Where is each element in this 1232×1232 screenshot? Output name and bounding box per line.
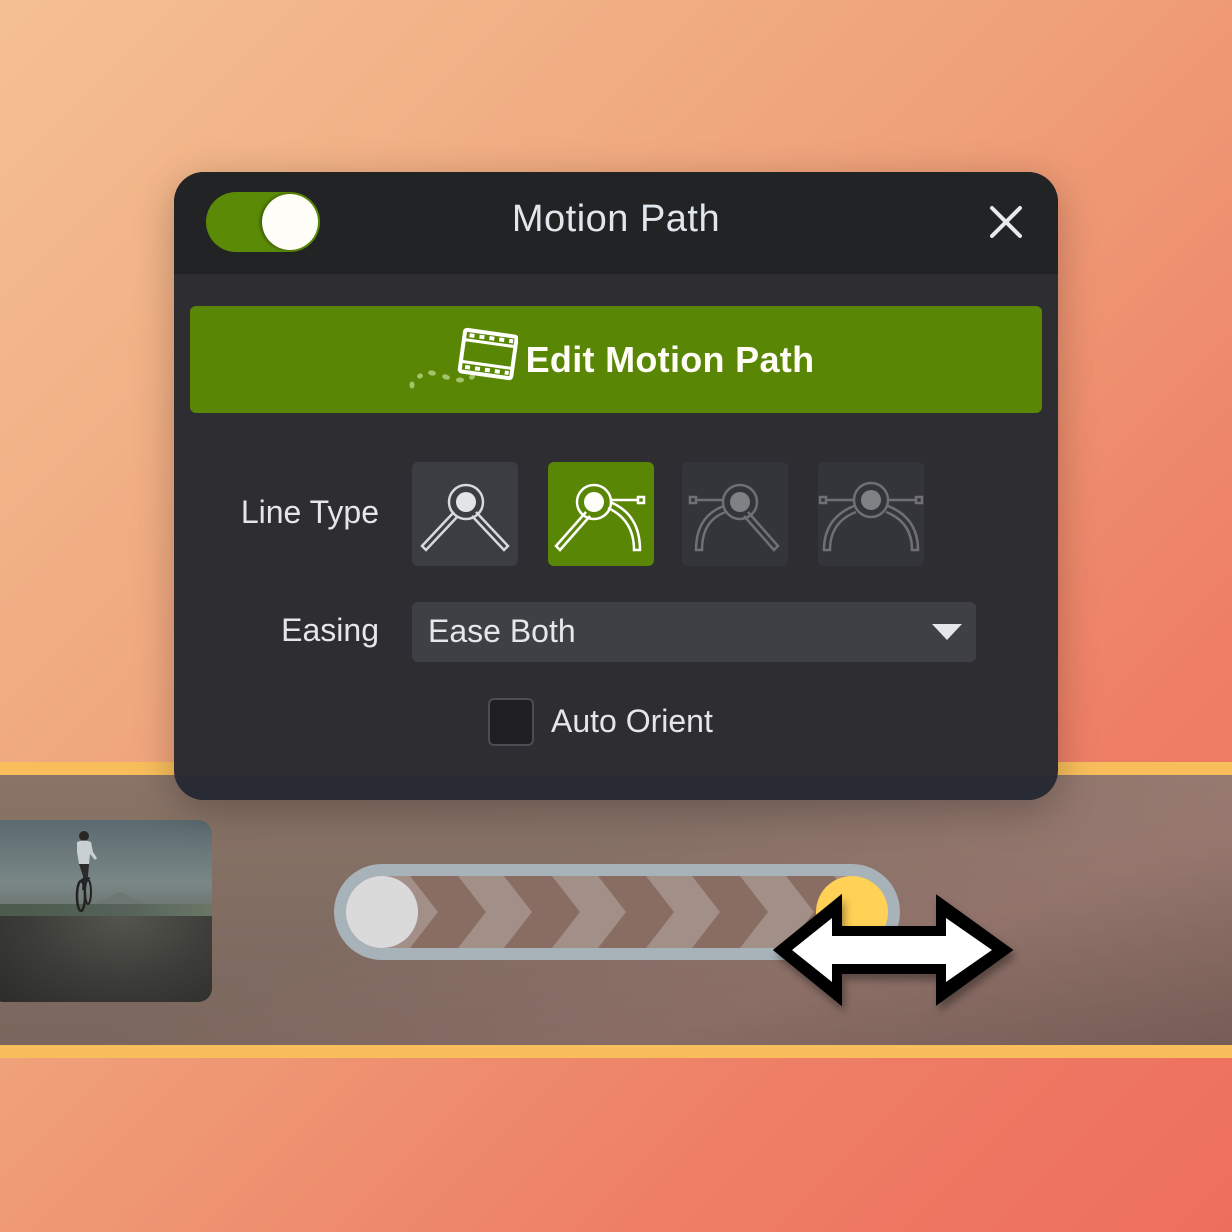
close-icon[interactable] — [986, 202, 1026, 242]
line-type-curve-angle-icon — [688, 483, 780, 552]
auto-orient-checkbox[interactable] — [488, 698, 534, 746]
edit-motion-path-button[interactable]: Edit Motion Path — [190, 306, 1042, 413]
line-type-curve-button[interactable] — [818, 462, 924, 566]
horizon-shape — [0, 904, 212, 916]
track-bottom-border — [0, 1045, 1232, 1058]
road-shape — [0, 916, 212, 1002]
auto-orient-label[interactable]: Auto Orient — [551, 703, 713, 740]
line-type-label: Line Type — [240, 494, 379, 530]
line-type-angle-curve-button[interactable] — [548, 462, 654, 566]
motion-path-panel: Motion Path Edit Motion Path Line Type E… — [174, 172, 1058, 800]
horizontal-resize-cursor-icon — [772, 893, 1014, 1007]
line-type-curve-icon — [818, 481, 924, 552]
start-handle[interactable] — [346, 876, 418, 948]
chevron-down-icon — [932, 624, 962, 640]
line-type-curve-angle-button[interactable] — [682, 462, 788, 566]
line-type-angle-button[interactable] — [412, 462, 518, 566]
panel-footer — [174, 776, 1058, 800]
panel-title: Motion Path — [511, 198, 721, 240]
media-clip-thumbnail[interactable] — [0, 820, 212, 1002]
line-type-angle-curve-icon — [554, 483, 646, 552]
easing-dropdown[interactable]: Ease Both — [412, 602, 976, 662]
edit-motion-path-label: Edit Motion Path — [525, 338, 815, 380]
easing-label: Easing — [281, 612, 379, 648]
film-path-icon — [409, 327, 518, 388]
easing-value: Ease Both — [428, 613, 576, 649]
cyclist-figure — [75, 831, 97, 913]
line-type-angle-icon — [420, 483, 510, 552]
